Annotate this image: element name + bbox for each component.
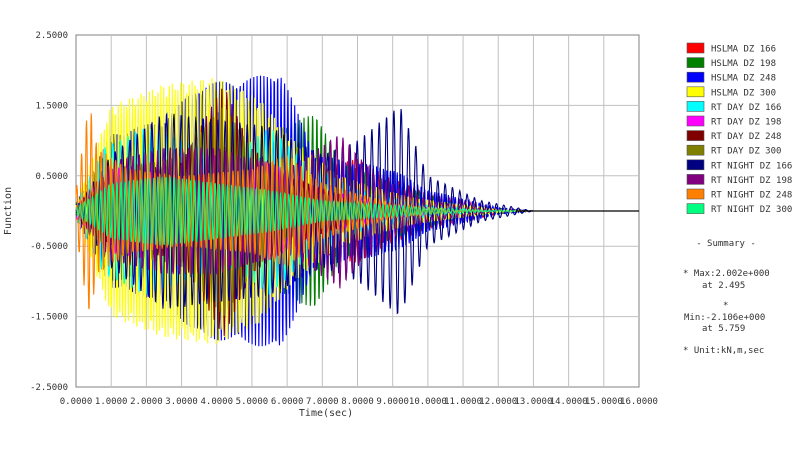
y-axis-ticks: 2.5000 1.5000 0.5000 -0.5000 -1.5000 -2.5000 bbox=[30, 31, 68, 393]
summary-min: Min:-2.106e+000 bbox=[684, 313, 765, 323]
x-tick-label: 7.0000 bbox=[306, 397, 339, 407]
legend-swatch bbox=[686, 115, 705, 127]
x-tick-label: 16.0000 bbox=[620, 397, 658, 407]
legend-swatch bbox=[686, 57, 705, 68]
summary-max: * Max:2.002e+000 bbox=[683, 269, 770, 279]
x-tick-label: 5.0000 bbox=[236, 397, 269, 407]
x-tick-label: 10.0000 bbox=[409, 397, 447, 407]
x-axis-ticks: 0.0000 1.0000 2.0000 3.0000 4.0000 5.0000 6.00… bbox=[60, 397, 658, 407]
y-tick-label: -0.5000 bbox=[30, 242, 68, 252]
legend-label: RT DAY DZ 166 bbox=[711, 103, 781, 113]
legend-swatch bbox=[686, 86, 705, 98]
x-tick-label: 14.0000 bbox=[550, 397, 588, 407]
x-tick-label: 9.0000 bbox=[376, 397, 409, 407]
legend-swatch bbox=[686, 130, 705, 141]
legend-label: RT DAY DZ 300 bbox=[711, 147, 781, 157]
y-tick-label: 2.5000 bbox=[35, 31, 68, 41]
legend-label: RT NIGHT DZ 248 bbox=[711, 191, 792, 201]
legend-label: HSLMA DZ 198 bbox=[711, 59, 776, 69]
legend-swatch bbox=[686, 71, 705, 83]
legend-label: RT DAY DZ 198 bbox=[711, 118, 781, 128]
legend-label: RT NIGHT DZ 198 bbox=[711, 176, 792, 186]
x-tick-label: 12.0000 bbox=[479, 397, 517, 407]
summary-star: * bbox=[723, 301, 728, 311]
x-tick-label: 13.0000 bbox=[514, 397, 552, 407]
legend-label: RT NIGHT DZ 166 bbox=[711, 161, 792, 171]
legend-swatch bbox=[686, 188, 705, 200]
x-tick-label: 11.0000 bbox=[444, 397, 482, 407]
legend-swatch bbox=[686, 159, 705, 171]
summary-unit: * Unit:kN,m,sec bbox=[683, 346, 764, 356]
summary-title: - Summary - bbox=[696, 239, 756, 249]
chart-container: 2.5000 1.5000 0.5000 -0.5000 -1.5000 -2.5000 … bbox=[0, 0, 801, 446]
legend-label: HSLMA DZ 166 bbox=[711, 45, 776, 55]
legend-swatch bbox=[686, 174, 705, 185]
summary-max-at: at 2.495 bbox=[702, 281, 745, 291]
legend-swatch bbox=[686, 101, 705, 112]
line-chart: 2.50001.50000.5000-0.5000-1.5000-2.5000 … bbox=[3, 31, 792, 419]
legend-label: HSLMA DZ 300 bbox=[711, 88, 776, 98]
y-tick-label: 1.5000 bbox=[35, 101, 68, 111]
x-tick-label: 1.0000 bbox=[95, 397, 128, 407]
legend-label: RT NIGHT DZ 300 bbox=[711, 205, 792, 215]
x-tick-label: 8.0000 bbox=[341, 397, 374, 407]
legend-swatch bbox=[686, 144, 705, 156]
y-tick-label: 0.5000 bbox=[35, 172, 68, 182]
x-tick-label: 2.0000 bbox=[130, 397, 163, 407]
y-tick-label: -2.5000 bbox=[30, 383, 68, 393]
legend-label: HSLMA DZ 248 bbox=[711, 74, 776, 84]
x-tick-label: 4.0000 bbox=[200, 397, 233, 407]
x-axis-title: Time(sec) bbox=[299, 408, 353, 419]
legend: HSLMA DZ 166 HSLMA DZ 198 HSLMA DZ 248 HSLM… bbox=[686, 42, 792, 215]
y-tick-label: -1.5000 bbox=[30, 313, 68, 323]
x-tick-label: 0.0000 bbox=[60, 397, 93, 407]
summary-min-at: at 5.759 bbox=[702, 324, 745, 334]
legend-swatch bbox=[686, 203, 705, 214]
legend-label: RT DAY DZ 248 bbox=[711, 132, 781, 142]
x-tick-label: 15.0000 bbox=[585, 397, 623, 407]
summary-panel: - Summary - * Max:2.002e+000 at 2.495 * … bbox=[683, 239, 770, 356]
x-tick-label: 6.0000 bbox=[271, 397, 304, 407]
x-tick-label: 3.0000 bbox=[165, 397, 198, 407]
legend-swatch bbox=[686, 42, 705, 54]
y-axis-title: Function bbox=[3, 187, 14, 235]
